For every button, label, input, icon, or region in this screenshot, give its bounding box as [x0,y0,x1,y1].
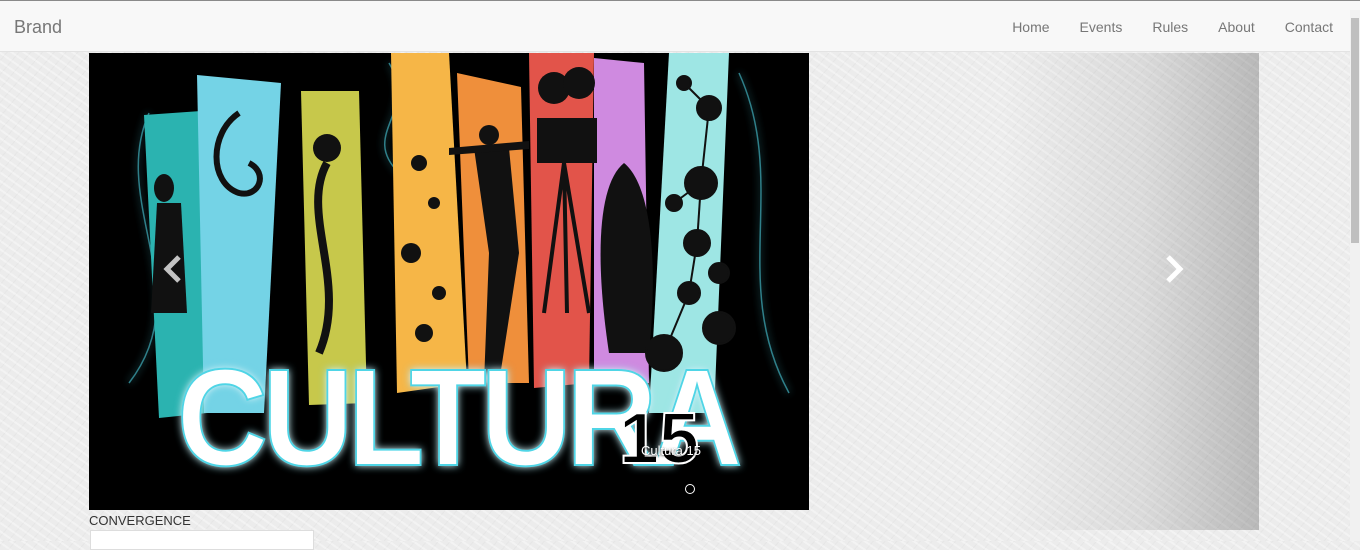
poster-number: 15 [619,399,699,479]
carousel: CULTURA 15 Cultura 15 [89,53,1259,530]
content-card [90,530,314,550]
carousel-next-button[interactable] [1159,249,1189,289]
nav-contact[interactable]: Contact [1285,19,1333,35]
carousel-prev-button[interactable] [159,249,189,289]
nav-menu: Home Events Rules About Contact [1012,19,1333,35]
nav-about[interactable]: About [1218,19,1255,35]
section-label: CONVERGENCE [89,513,191,528]
cultura-poster-art: CULTURA 15 [89,53,809,510]
nav-home[interactable]: Home [1012,19,1049,35]
carousel-slide-image: CULTURA 15 [89,53,809,510]
page-scrollbar[interactable] [1350,10,1360,541]
carousel-indicator[interactable] [685,484,695,494]
chevron-left-icon [163,255,181,283]
scrollbar-thumb[interactable] [1351,18,1359,243]
chevron-right-icon [1166,255,1184,283]
carousel-caption: Cultura 15 [641,443,701,458]
brand-link[interactable]: Brand [14,17,62,38]
navbar: Brand Home Events Rules About Contact [0,0,1360,52]
nav-rules[interactable]: Rules [1152,19,1188,35]
nav-events[interactable]: Events [1080,19,1123,35]
